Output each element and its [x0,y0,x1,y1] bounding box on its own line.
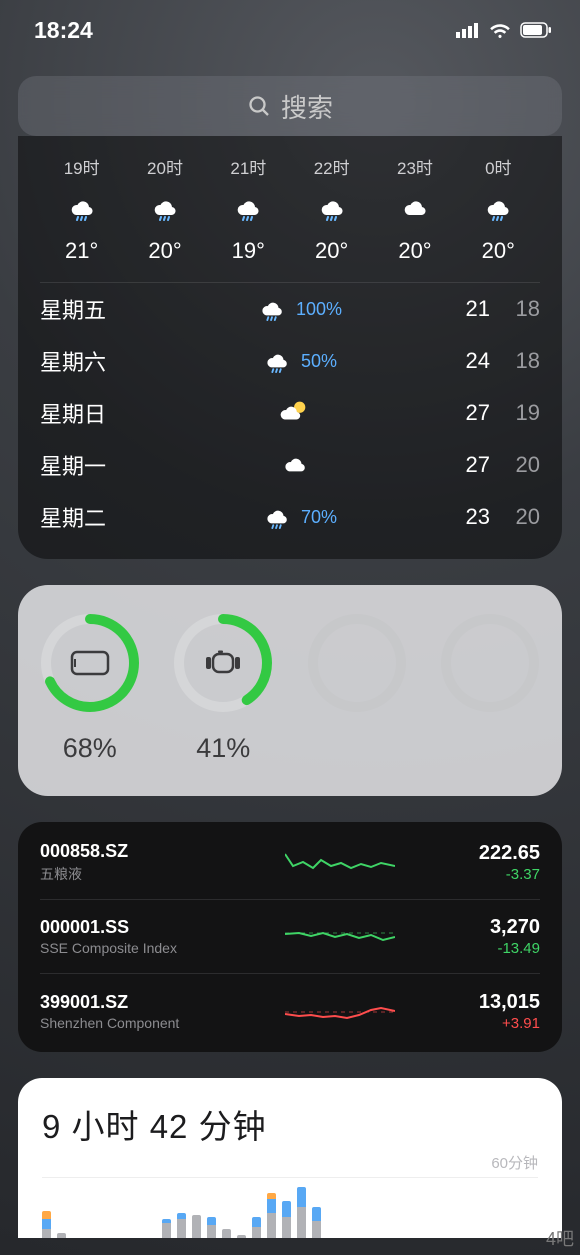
stock-row[interactable]: 399001.SZShenzhen Component 13,015+3.91 [40,974,540,1048]
battery-icon [520,22,552,38]
battery-empty [299,613,415,764]
hour-cell: 23时20° [373,154,456,264]
sparkline-icon [250,920,430,954]
sparkline-icon [250,994,430,1028]
daily-row: 星期日2719 [40,387,540,439]
cellular-icon [456,22,480,38]
hour-cell: 22时20° [290,154,373,264]
battery-watch: 41% [166,613,282,764]
stock-row[interactable]: 000858.SZ五粮液 222.65-3.37 [40,826,540,900]
rain-icon [233,191,263,226]
cloud-icon [281,449,309,482]
rain-icon [67,191,97,226]
batteries-widget[interactable]: 68% 41% [18,585,562,796]
hourly-forecast: 19时21° 20时20° 21时19° 22时20° 23时20° 0时20° [40,154,540,264]
daily-row: 星期六50%2418 [40,335,540,387]
stock-row[interactable]: 000001.SSSSE Composite Index 3,270-13.49 [40,900,540,974]
wifi-icon [488,21,512,39]
status-bar: 18:24 [0,0,580,48]
daily-forecast: 星期五100%2118 星期六50%2418 星期日2719 星期一2720 星… [40,282,540,543]
search-placeholder: 搜索 [281,88,333,125]
screentime-headline: 9 小时 42 分钟 [42,1100,538,1148]
rain-icon [150,191,180,226]
sparkline-icon [250,846,430,880]
phone-icon [40,613,140,713]
screentime-chart [42,1177,538,1238]
rain-icon [483,191,513,226]
watch-icon [173,613,273,713]
hour-cell: 20时20° [123,154,206,264]
weather-widget[interactable]: 19时21° 20时20° 21时19° 22时20° 23时20° 0时20°… [18,136,562,559]
daily-row: 星期一2720 [40,439,540,491]
battery-phone: 68% [32,613,148,764]
search-icon [247,94,271,118]
battery-phone-pct: 68% [63,733,117,764]
screentime-widget[interactable]: 9 小时 42 分钟 60分钟 [18,1078,562,1238]
screentime-axis: 60分钟 [42,1152,538,1173]
cloud-icon [400,191,430,226]
battery-empty [433,613,549,764]
stocks-widget[interactable]: 000858.SZ五粮液 222.65-3.37 000001.SSSSE Co… [18,822,562,1052]
rain-icon [258,293,286,326]
rain-icon [263,345,291,378]
rain-icon [317,191,347,226]
watermark: 4吧 [546,1225,574,1251]
daily-row: 星期二70%2320 [40,491,540,543]
daily-row: 星期五100%2118 [40,283,540,335]
status-indicators [456,21,552,39]
hour-cell: 19时21° [40,154,123,264]
hour-cell: 21时19° [207,154,290,264]
hour-cell: 0时20° [457,154,540,264]
rain-icon [263,501,291,534]
partly-sunny-icon [280,397,310,430]
search-bar[interactable]: 搜索 [18,76,562,136]
battery-watch-pct: 41% [196,733,250,764]
status-time: 18:24 [34,17,93,44]
